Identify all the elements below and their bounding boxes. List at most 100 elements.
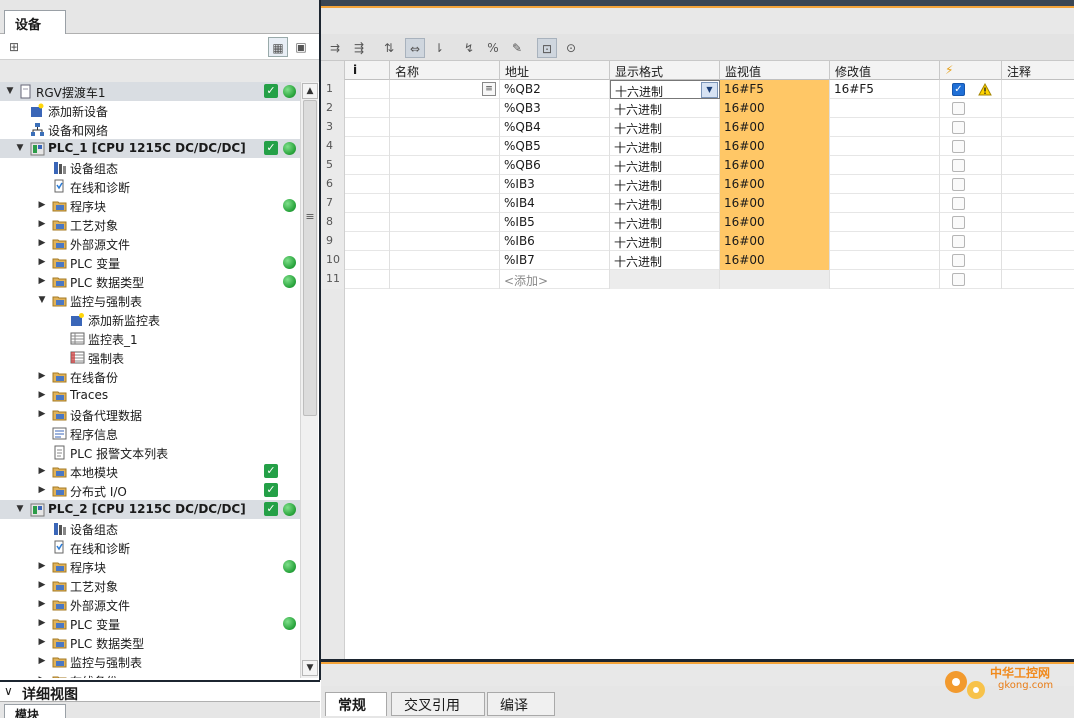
monitor-value-cell[interactable]: 16#00 [720, 213, 830, 232]
col-modify-flag[interactable]: ⚡ [940, 61, 1002, 80]
address-cell[interactable]: %QB4 [500, 118, 610, 137]
name-cell[interactable] [390, 175, 500, 194]
table-row[interactable]: 3 %QB4 十六进制 16#00 [321, 118, 1074, 137]
tab-modules[interactable]: 模块 [4, 704, 66, 718]
name-cell[interactable]: ≡ [390, 80, 500, 99]
col-monitor-value[interactable]: 监视值 [720, 61, 830, 80]
table-row[interactable]: 4 %QB5 十六进制 16#00 [321, 137, 1074, 156]
scroll-down-icon[interactable]: ▼ [302, 660, 318, 676]
modify-value-cell[interactable] [830, 99, 940, 118]
tree-item[interactable]: 添加新监控表 [0, 310, 300, 329]
detail-view-header[interactable]: ∨ 详细视图 [0, 680, 320, 703]
tree-item[interactable]: ▶ 本地模块 ✓ [0, 462, 300, 481]
monitor-value-cell[interactable]: 16#00 [720, 156, 830, 175]
comment-cell[interactable] [1002, 194, 1074, 213]
format-dropdown-icon[interactable]: ▼ [701, 82, 718, 98]
expand-arrow-icon[interactable]: ▶ [36, 672, 48, 678]
name-cell[interactable] [390, 99, 500, 118]
modify-value-icon[interactable]: ↯ [459, 38, 479, 58]
expand-arrow-icon[interactable]: ▶ [36, 254, 48, 270]
tree-item[interactable]: PLC 报警文本列表 [0, 443, 300, 462]
tree-item[interactable]: 强制表 [0, 348, 300, 367]
address-cell[interactable]: %IB5 [500, 213, 610, 232]
table-row[interactable]: 2 %QB3 十六进制 16#00 [321, 99, 1074, 118]
monitor-cell[interactable] [720, 270, 830, 289]
tab-devices[interactable]: 设备 [4, 10, 66, 35]
table-row[interactable]: 9 %IB6 十六进制 16#00 [321, 232, 1074, 251]
modify-flag-cell[interactable] [940, 118, 1002, 137]
modify-value-cell[interactable] [830, 175, 940, 194]
comment-cell[interactable] [1002, 156, 1074, 175]
table-row[interactable]: 10 %IB7 十六进制 16#00 [321, 251, 1074, 270]
modify-checkbox[interactable] [952, 178, 965, 191]
info-cell[interactable] [345, 270, 390, 289]
comment-cell[interactable] [1002, 175, 1074, 194]
expand-arrow-icon[interactable]: ▶ [36, 387, 48, 403]
name-cell[interactable] [390, 213, 500, 232]
monitor-value-cell[interactable]: 16#00 [720, 118, 830, 137]
modify-value-cell[interactable] [830, 251, 940, 270]
modify-flag-cell[interactable] [940, 175, 1002, 194]
tree-item[interactable]: ▼ 监控与强制表 [0, 291, 300, 310]
table-row[interactable]: 5 %QB6 十六进制 16#00 [321, 156, 1074, 175]
modify-checkbox[interactable] [952, 140, 965, 153]
table-row[interactable]: 1 ≡ %QB2 十六进制 ▼ 16#F5 16#F5 ✓ [321, 80, 1074, 99]
tab-general[interactable]: 常规 [325, 692, 387, 716]
symbol-picker-icon[interactable]: ≡ [482, 82, 496, 96]
modify-all-icon[interactable]: % [483, 38, 503, 58]
modify-checkbox[interactable] [952, 254, 965, 267]
modify-flag-cell[interactable]: ✓ [940, 80, 1002, 99]
address-cell[interactable]: %QB6 [500, 156, 610, 175]
tree-scrollbar[interactable]: ▲ ≡ ▼ [300, 82, 318, 678]
tree-item[interactable]: ▶ 分布式 I/O ✓ [0, 481, 300, 500]
col-display-format[interactable]: 显示格式 [610, 61, 720, 80]
tree-item[interactable]: ▶ 外部源文件 [0, 595, 300, 614]
scroll-thumb[interactable] [303, 100, 317, 416]
overview-icon[interactable]: ▦ [268, 37, 288, 57]
monitor-value-cell[interactable]: 16#00 [720, 175, 830, 194]
tree-item[interactable]: ▶ PLC 数据类型 [0, 272, 300, 291]
display-format-cell[interactable]: 十六进制 [610, 232, 720, 251]
name-cell[interactable] [390, 118, 500, 137]
expand-arrow-icon[interactable]: ▶ [36, 634, 48, 650]
name-cell[interactable] [390, 156, 500, 175]
tree-item[interactable]: ▶ 工艺对象 [0, 215, 300, 234]
expand-arrow-icon[interactable]: ▶ [36, 653, 48, 669]
collapse-arrow-icon[interactable]: ▼ [14, 501, 26, 517]
expand-arrow-icon[interactable]: ▶ [36, 235, 48, 251]
modify-checkbox[interactable]: ✓ [952, 83, 965, 96]
tree-item[interactable]: ▶ 在线备份 [0, 671, 300, 678]
chevron-down-icon[interactable]: ∨ [4, 684, 13, 698]
tree-item[interactable]: ▶ PLC 变量 [0, 253, 300, 272]
modify-checkbox[interactable] [952, 197, 965, 210]
display-format-cell[interactable]: 十六进制 [610, 137, 720, 156]
display-format-cell[interactable]: 十六进制 [610, 99, 720, 118]
tree-item[interactable]: 在线和诊断 [0, 538, 300, 557]
tree-item[interactable]: ▶ PLC 数据类型 [0, 633, 300, 652]
expand-arrow-icon[interactable]: ▶ [36, 558, 48, 574]
force-icon[interactable]: ✎ [507, 38, 527, 58]
tree-item[interactable]: ▶ 在线备份 [0, 367, 300, 386]
extended-mode-icon[interactable]: ⊙ [561, 38, 581, 58]
tree-item[interactable]: ▶ 工艺对象 [0, 576, 300, 595]
tree-item[interactable]: 监控表_1 [0, 329, 300, 348]
tree-item[interactable]: ▼ PLC_1 [CPU 1215C DC/DC/DC] ✓ [0, 139, 300, 158]
comment-cell[interactable] [1002, 80, 1074, 99]
tree-item[interactable]: ▶ Traces [0, 386, 300, 405]
collapse-arrow-icon[interactable]: ▼ [14, 140, 26, 156]
display-format-cell[interactable]: 十六进制 [610, 118, 720, 137]
comment-cell[interactable] [1002, 251, 1074, 270]
display-format-cell[interactable]: 十六进制 [610, 156, 720, 175]
modify-value-cell[interactable] [830, 194, 940, 213]
modify-now-icon[interactable]: ⇅ [379, 38, 399, 58]
modify-value-cell[interactable] [830, 137, 940, 156]
comment-cell[interactable] [1002, 137, 1074, 156]
open-editor-icon[interactable]: ⊞ [4, 37, 24, 57]
modify-flag-cell[interactable] [940, 232, 1002, 251]
table-row[interactable]: 7 %IB4 十六进制 16#00 [321, 194, 1074, 213]
comment-cell[interactable] [1002, 270, 1074, 289]
modify-value-cell[interactable]: 16#F5 [830, 80, 940, 99]
modify-checkbox[interactable] [952, 102, 965, 115]
modify-checkbox[interactable] [952, 273, 965, 286]
table-row[interactable]: 6 %IB3 十六进制 16#00 [321, 175, 1074, 194]
